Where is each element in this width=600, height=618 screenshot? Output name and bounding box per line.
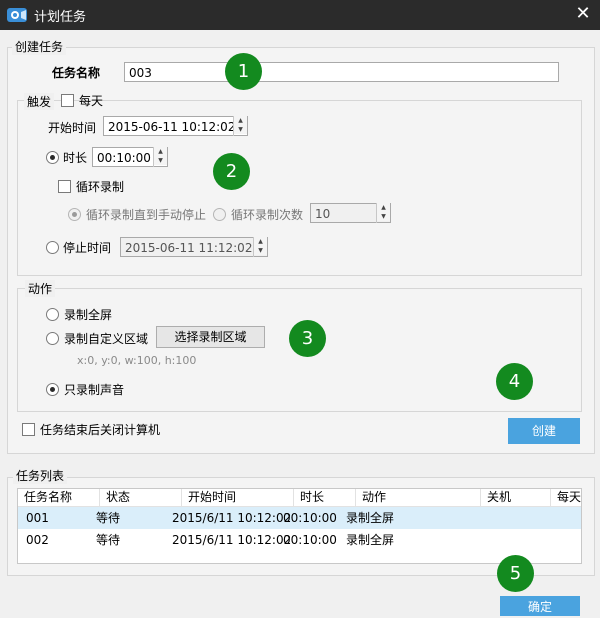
- audio-only-radio[interactable]: [46, 383, 59, 396]
- loop-count-radio[interactable]: [213, 208, 226, 221]
- trigger-group-label: 触发: [24, 93, 55, 110]
- column-header-action[interactable]: 动作: [356, 489, 481, 506]
- custom-region-label: 录制自定义区域: [64, 332, 149, 346]
- daily-checkbox[interactable]: [61, 94, 74, 107]
- loop-record-label: 循环录制: [76, 180, 125, 194]
- title-bar: 计划任务 ✕: [0, 0, 600, 30]
- task-table: 任务名称 状态 开始时间 时长 动作 关机 每天 001 等待 2015/6/1…: [17, 488, 582, 564]
- column-header-shutdown[interactable]: 关机: [481, 489, 551, 506]
- task-name-input[interactable]: 003: [124, 62, 559, 82]
- loop-record-checkbox[interactable]: [58, 180, 71, 193]
- cell-duration: 00:10:00: [283, 511, 337, 525]
- cell-shutdown: [481, 529, 489, 551]
- start-time-spinner[interactable]: ▲ ▼: [233, 116, 247, 136]
- stop-time-input[interactable]: 2015-06-11 11:12:02: [120, 237, 268, 257]
- shutdown-checkbox[interactable]: [22, 423, 35, 436]
- create-button[interactable]: 创建: [508, 418, 580, 444]
- start-time-input[interactable]: 2015-06-11 10:12:02: [103, 116, 248, 136]
- column-header-daily[interactable]: 每天: [551, 489, 581, 506]
- duration-spinner[interactable]: ▲ ▼: [153, 147, 167, 167]
- spin-down-icon[interactable]: ▼: [234, 125, 247, 134]
- window-title: 计划任务: [34, 10, 87, 25]
- table-row[interactable]: 002 等待 2015/6/11 10:12:02 00:10:00 录制全屏: [18, 529, 581, 551]
- table-row[interactable]: 001 等待 2015/6/11 10:12:02 00:10:00 录制全屏: [18, 507, 581, 529]
- region-coordinates-text: x:0, y:0, w:100, h:100: [77, 354, 197, 367]
- action-group-label: 动作: [25, 280, 56, 297]
- loop-until-stop-radio[interactable]: [68, 208, 81, 221]
- cell-action: 录制全屏: [346, 533, 395, 547]
- annotation-badge-2: 2: [213, 153, 250, 190]
- create-task-group-label: 创建任务: [12, 38, 67, 55]
- table-header: 任务名称 状态 开始时间 时长 动作 关机 每天: [18, 489, 581, 507]
- custom-region-radio[interactable]: [46, 332, 59, 345]
- cell-duration: 00:10:00: [283, 533, 337, 547]
- stop-time-spinner[interactable]: ▲ ▼: [253, 237, 267, 257]
- start-time-label: 开始时间: [48, 121, 97, 135]
- loop-until-stop-label: 循环录制直到手动停止: [86, 208, 207, 222]
- cell-status: 等待: [96, 511, 121, 525]
- loop-count-spinner[interactable]: ▲ ▼: [376, 203, 390, 223]
- annotation-badge-3: 3: [289, 320, 326, 357]
- duration-radio[interactable]: [46, 151, 59, 164]
- cell-action: 录制全屏: [346, 511, 395, 525]
- task-name-label: 任务名称: [52, 66, 101, 80]
- app-camera-icon: [7, 8, 27, 22]
- stop-time-radio[interactable]: [46, 241, 59, 254]
- cell-daily: [551, 529, 559, 551]
- annotation-badge-4: 4: [496, 363, 533, 400]
- annotation-badge-1: 1: [225, 53, 262, 90]
- column-header-start[interactable]: 开始时间: [182, 489, 294, 506]
- column-header-name[interactable]: 任务名称: [18, 489, 100, 506]
- daily-label: 每天: [79, 94, 104, 108]
- audio-only-label: 只录制声音: [64, 383, 125, 397]
- spin-down-icon[interactable]: ▼: [154, 156, 167, 165]
- shutdown-label: 任务结束后关闭计算机: [40, 423, 161, 437]
- cell-status: 等待: [96, 533, 121, 547]
- task-list-group-label: 任务列表: [13, 467, 68, 484]
- column-header-status[interactable]: 状态: [100, 489, 182, 506]
- duration-label: 时长: [63, 151, 88, 165]
- spin-down-icon[interactable]: ▼: [377, 212, 390, 221]
- cell-daily: [551, 507, 559, 529]
- select-region-button[interactable]: 选择录制区域: [156, 326, 265, 348]
- cell-name: 001: [26, 511, 49, 525]
- stop-time-label: 停止时间: [63, 241, 112, 255]
- spin-down-icon[interactable]: ▼: [254, 246, 267, 255]
- close-icon[interactable]: ✕: [574, 5, 592, 23]
- loop-count-label: 循环录制次数: [231, 208, 304, 222]
- annotation-badge-5: 5: [497, 555, 534, 592]
- cell-shutdown: [481, 507, 489, 529]
- cell-start: 2015/6/11 10:12:02: [172, 533, 292, 547]
- column-header-duration[interactable]: 时长: [294, 489, 356, 506]
- ok-button[interactable]: 确定: [500, 596, 580, 616]
- cell-start: 2015/6/11 10:12:02: [172, 511, 292, 525]
- cell-name: 002: [26, 533, 49, 547]
- full-screen-label: 录制全屏: [64, 308, 113, 322]
- full-screen-radio[interactable]: [46, 308, 59, 321]
